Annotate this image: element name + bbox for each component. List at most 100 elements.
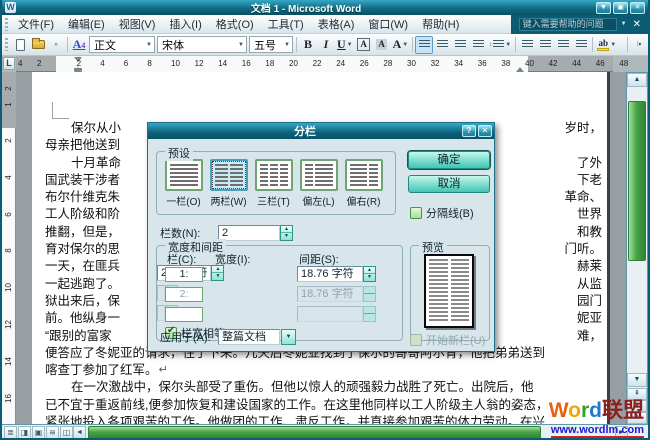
preset-button-one[interactable]: [165, 159, 203, 191]
character-shading-button[interactable]: A: [373, 36, 391, 54]
spinner-up-icon[interactable]: [364, 287, 375, 294]
spinner-up-icon[interactable]: ▲: [364, 267, 375, 274]
toolbar-grip-icon[interactable]: [5, 38, 8, 51]
vertical-ruler[interactable]: 21246810121416: [2, 72, 16, 424]
vertical-scrollbar[interactable]: ▲ ▼ ⇞ ● ⇟: [626, 72, 648, 424]
spinner-down-icon[interactable]: [364, 294, 375, 301]
italic-button[interactable]: I: [317, 36, 335, 54]
help-question-input[interactable]: 键入需要帮助的问题: [519, 18, 617, 31]
bold-button[interactable]: B: [299, 36, 317, 54]
horizontal-ruler[interactable]: 4224681012141618202224262830323436384042…: [16, 56, 613, 72]
width-input-2[interactable]: 18.76 字符: [297, 286, 363, 302]
scroll-down-button[interactable]: ▼: [627, 373, 647, 387]
spinner-down-icon[interactable]: ▼: [212, 273, 223, 280]
style-combo[interactable]: 正文▼: [89, 36, 155, 53]
font-combo[interactable]: 宋体▼: [157, 36, 247, 53]
spinner-up-icon[interactable]: ▲: [281, 226, 292, 233]
numbering-button[interactable]: [518, 36, 536, 54]
chevron-down-icon: ▼: [610, 42, 616, 48]
spinner-up-icon[interactable]: [364, 307, 375, 314]
scroll-left-button[interactable]: ◄: [73, 426, 86, 439]
hruler-number: 4: [100, 59, 104, 68]
width-input-1[interactable]: 18.76 字符: [297, 266, 363, 282]
width-input-1-spinner[interactable]: ▲▼: [363, 266, 376, 282]
character-scale-button[interactable]: A▼: [391, 36, 411, 54]
vruler-number: 10: [4, 281, 13, 294]
restore-button[interactable]: ▣: [613, 2, 628, 14]
apply-to-select[interactable]: 整篇文档: [218, 329, 280, 345]
font-size-combo[interactable]: 五号▼: [249, 36, 293, 53]
menu-item-7[interactable]: 窗口(W): [361, 17, 415, 33]
new-document-button[interactable]: [11, 36, 29, 54]
preset-button-two[interactable]: [210, 159, 248, 191]
width-input-3[interactable]: [297, 306, 363, 322]
styles-and-formatting-button[interactable]: A4: [70, 36, 88, 54]
view-mode-button-0[interactable]: ≣: [4, 426, 17, 439]
columns-count-spinner[interactable]: ▲▼: [280, 225, 293, 241]
spinner-down-icon[interactable]: ▼: [281, 233, 292, 240]
menu-item-6[interactable]: 表格(A): [311, 17, 362, 33]
align-right-button[interactable]: [451, 36, 469, 54]
increase-indent-button[interactable]: [572, 36, 590, 54]
right-indent-marker[interactable]: [516, 63, 524, 72]
scroll-up-button[interactable]: ▲: [627, 73, 647, 87]
menu-item-3[interactable]: 插入(I): [162, 17, 208, 33]
spinner-up-icon[interactable]: ▲: [212, 266, 223, 273]
apply-to-dropdown-icon[interactable]: ▼: [281, 329, 296, 345]
menu-item-0[interactable]: 文件(F): [11, 17, 61, 33]
spinner-down-icon[interactable]: [364, 314, 375, 321]
open-button[interactable]: [29, 36, 47, 54]
minimize-button[interactable]: ▼: [596, 2, 611, 14]
dialog-title-bar: 分栏 ? ✕: [148, 123, 494, 139]
help-dropdown-icon[interactable]: ▼: [621, 21, 627, 27]
view-mode-button-4[interactable]: ◫: [60, 426, 73, 439]
spinner-down-icon[interactable]: ▼: [364, 274, 375, 281]
character-border-button[interactable]: A: [355, 36, 373, 54]
word-app-icon: W: [5, 2, 16, 13]
preset-button-three[interactable]: [255, 159, 293, 191]
font-value: 宋体: [162, 37, 184, 53]
underline-button[interactable]: U▼: [335, 36, 355, 54]
cancel-button[interactable]: 取消: [408, 175, 490, 193]
align-center-button[interactable]: [433, 36, 451, 54]
distribute-button[interactable]: [469, 36, 487, 54]
preset-button-left[interactable]: [300, 159, 338, 191]
menu-item-1[interactable]: 编辑(E): [61, 17, 112, 33]
close-button[interactable]: ✕: [630, 2, 645, 14]
ok-button[interactable]: 确定: [408, 151, 490, 169]
dialog-close-button[interactable]: ✕: [478, 125, 492, 137]
toolbar-options-button[interactable]: ⁞▾: [630, 36, 648, 54]
toolbar-overflow-button[interactable]: »: [47, 36, 65, 54]
spacing-input-2[interactable]: [157, 285, 165, 301]
vertical-scroll-thumb[interactable]: [628, 101, 646, 261]
view-mode-button-1[interactable]: ◨: [18, 426, 31, 439]
tab-selector-button[interactable]: L: [3, 57, 15, 70]
left-indent-marker[interactable]: [74, 68, 82, 71]
menubar-grip-icon[interactable]: [5, 18, 8, 31]
horizontal-scroll-track[interactable]: [87, 426, 614, 439]
spacing-input-1-spinner[interactable]: ▲▼: [211, 265, 224, 281]
start-new-column-checkbox[interactable]: [410, 334, 422, 346]
horizontal-scroll-thumb[interactable]: [88, 426, 541, 439]
columns-count-input[interactable]: 2: [218, 225, 280, 241]
width-input-3-spinner[interactable]: [363, 306, 376, 322]
preset-button-right[interactable]: [345, 159, 383, 191]
bullets-button[interactable]: [536, 36, 554, 54]
decrease-indent-button[interactable]: [554, 36, 572, 54]
highlight-button[interactable]: ab ▼: [595, 36, 618, 54]
dialog-help-button[interactable]: ?: [462, 125, 476, 137]
document-close-button[interactable]: ✕: [631, 19, 643, 30]
menu-item-8[interactable]: 帮助(H): [415, 17, 466, 33]
view-mode-button-2[interactable]: ▣: [32, 426, 45, 439]
menu-item-2[interactable]: 视图(V): [112, 17, 163, 33]
line-spacing-button[interactable]: ↕▼: [487, 36, 513, 54]
width-input-2-spinner[interactable]: [363, 286, 376, 302]
spacing-input-3[interactable]: [157, 305, 165, 321]
menu-item-4[interactable]: 格式(O): [209, 17, 261, 33]
vruler-number: 2: [4, 134, 13, 147]
menu-item-5[interactable]: 工具(T): [261, 17, 311, 33]
line-between-checkbox[interactable]: [410, 207, 422, 219]
preset-one: 一栏(O): [164, 159, 203, 208]
view-mode-button-3[interactable]: ≋: [46, 426, 59, 439]
align-left-button[interactable]: [415, 36, 433, 54]
